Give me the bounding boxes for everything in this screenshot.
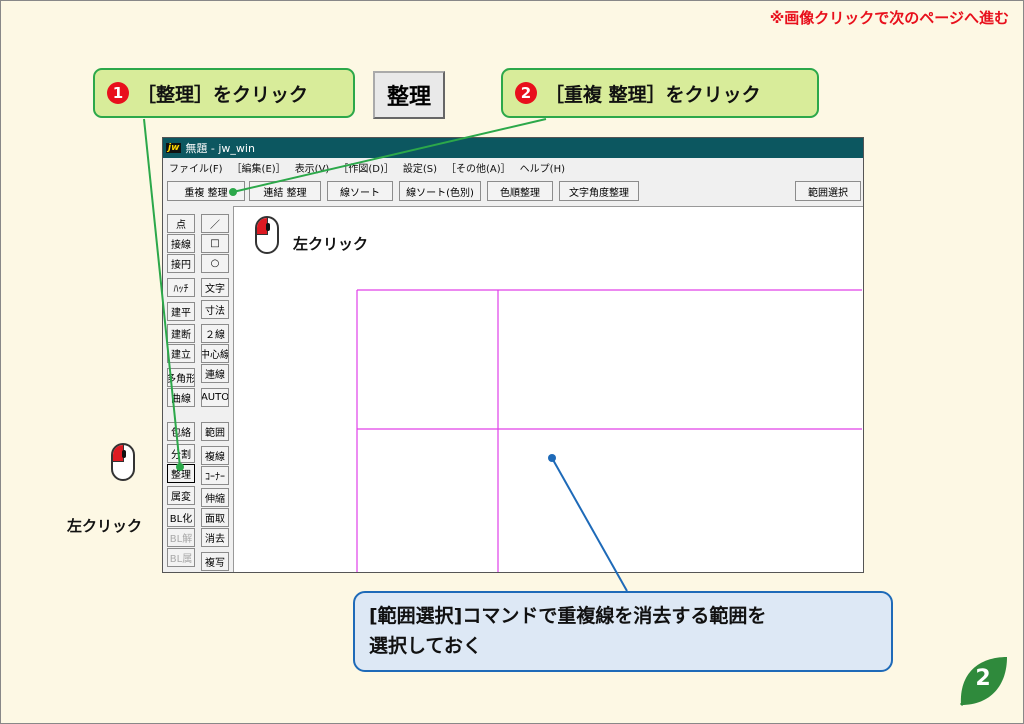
mouse-left-click-icon	[255, 216, 279, 254]
tool-point[interactable]: 点	[167, 214, 195, 233]
text-angle-cleanup-button[interactable]: 文字角度整理	[559, 181, 639, 201]
line-sort-button[interactable]: 線ソート	[327, 181, 393, 201]
tool-hatch[interactable]: ﾊｯﾁ	[167, 278, 195, 297]
tool-text[interactable]: 文字	[201, 278, 229, 297]
app-logo-icon: jw	[166, 143, 182, 153]
menu-edit[interactable]: ［編集(E)］	[232, 160, 286, 175]
menu-bar: ファイル(F) ［編集(E)］ 表示(V) ［作図(D)］ 設定(S) ［その他…	[163, 158, 863, 176]
tool-line[interactable]: ／	[201, 214, 229, 233]
tool-continuous-line[interactable]: 連線	[201, 364, 229, 383]
step2-number: 2	[515, 82, 537, 104]
tool-arch-section[interactable]: 建断	[167, 324, 195, 343]
tool-polygon[interactable]: 多角形	[167, 368, 195, 387]
mouse-left-click-icon-2	[111, 443, 135, 481]
callout-line1: [範囲選択]コマンドで重複線を消去する範囲を	[369, 605, 767, 627]
menu-draw[interactable]: ［作図(D)］	[338, 160, 394, 175]
title-bar: jw 無題 - jw_win	[163, 138, 863, 158]
instruction-callout: [範囲選択]コマンドで重複線を消去する範囲を 選択しておく	[353, 591, 893, 672]
left-tool-panel: 点 接線 接円 ﾊｯﾁ 建平 建断 建立 多角形 曲線 包絡 分割 整理 属変 …	[163, 208, 233, 572]
step2-callout: 2 ［重複 整理］をクリック	[501, 68, 819, 118]
tool-arch-plan[interactable]: 建平	[167, 302, 195, 321]
tool-tangent-circle[interactable]: 接円	[167, 254, 195, 273]
tool-chamfer[interactable]: 面取	[201, 508, 229, 527]
color-order-cleanup-button[interactable]: 色順整理	[487, 181, 553, 201]
tool-offset-line[interactable]: 複線	[201, 446, 229, 465]
tool-block-attribute[interactable]: BL属	[167, 548, 195, 567]
slide[interactable]: ※画像クリックで次のページへ進む 1 ［整理］をクリック 整理 2 ［重複 整理…	[0, 0, 1024, 724]
left-click-label-top: 左クリック	[293, 235, 369, 253]
seiri-button-enlarged: 整理	[373, 71, 445, 119]
tool-auto[interactable]: AUTO	[201, 388, 229, 407]
menu-help[interactable]: ヘルプ(H)	[520, 160, 565, 175]
range-select-button[interactable]: 範囲選択	[795, 181, 861, 201]
tool-range[interactable]: 範囲	[201, 422, 229, 441]
tool-copy[interactable]: 複写	[201, 552, 229, 571]
menu-other[interactable]: ［その他(A)］	[446, 160, 511, 175]
tool-erase[interactable]: 消去	[201, 528, 229, 547]
menu-file[interactable]: ファイル(F)	[169, 160, 223, 175]
jw-win-window: jw 無題 - jw_win ファイル(F) ［編集(E)］ 表示(V) ［作図…	[162, 137, 864, 573]
tool-stretch[interactable]: 伸縮	[201, 488, 229, 507]
menu-view[interactable]: 表示(V)	[295, 160, 330, 175]
drawing-canvas[interactable]	[233, 206, 863, 572]
tool-tangent[interactable]: 接線	[167, 234, 195, 253]
toolbar: 重複 整理 連結 整理 線ソート 線ソート(色別) 色順整理 文字角度整理 範囲…	[163, 178, 863, 204]
left-click-label-left: 左クリック	[67, 517, 143, 535]
mouse-wheel	[266, 223, 270, 231]
tool-arch-elevation[interactable]: 建立	[167, 344, 195, 363]
tool-curve[interactable]: 曲線	[167, 388, 195, 407]
tool-center-line[interactable]: 中心線	[201, 344, 229, 363]
tool-block-explode[interactable]: BL解	[167, 528, 195, 547]
page-number-badge: 2	[955, 653, 1011, 709]
step1-callout: 1 ［整理］をクリック	[93, 68, 355, 118]
tool-block-create[interactable]: BL化	[167, 508, 195, 527]
step1-text: ［整理］をクリック	[137, 83, 309, 106]
tool-rectangle[interactable]: □	[201, 234, 229, 253]
window-title: 無題 - jw_win	[185, 142, 255, 155]
tool-dimension[interactable]: 寸法	[201, 300, 229, 319]
mouse-wheel-2	[122, 450, 126, 458]
step2-text: ［重複 整理］をクリック	[545, 83, 761, 106]
tool-circle[interactable]: ○	[201, 254, 229, 273]
tool-attribute-change[interactable]: 属変	[167, 486, 195, 505]
callout-line2: 選択しておく	[369, 635, 482, 657]
line-sort-by-color-button[interactable]: 線ソート(色別)	[399, 181, 481, 201]
duplicate-cleanup-button[interactable]: 重複 整理	[167, 181, 245, 201]
tool-cleanup[interactable]: 整理	[167, 464, 195, 483]
page-number: 2	[975, 666, 991, 691]
tool-double-line[interactable]: ２線	[201, 324, 229, 343]
connect-cleanup-button[interactable]: 連結 整理	[249, 181, 321, 201]
step1-number: 1	[107, 82, 129, 104]
next-page-note[interactable]: ※画像クリックで次のページへ進む	[770, 7, 1009, 28]
drawing-lines	[356, 289, 862, 572]
menu-settings[interactable]: 設定(S)	[403, 160, 437, 175]
tool-envelope[interactable]: 包絡	[167, 422, 195, 441]
tool-corner[interactable]: ｺｰﾅｰ	[201, 466, 229, 485]
tool-divide[interactable]: 分割	[167, 444, 195, 463]
